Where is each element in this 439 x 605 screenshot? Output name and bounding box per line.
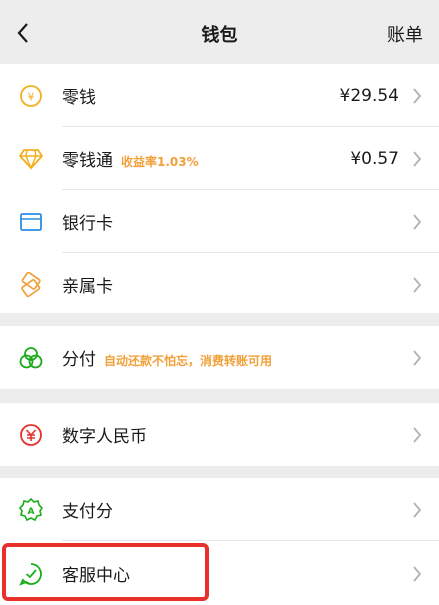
wallet-group-fenfu: 分付 自动还款不怕忘，消费转账可用: [0, 326, 439, 389]
row-pay-score[interactable]: A 支付分: [0, 478, 439, 541]
chevron-right-icon: [411, 149, 423, 169]
row-change-pass[interactable]: 零钱通 收益率1.03% ¥0.57: [0, 127, 439, 190]
promo-badge: 自动还款不怕忘，消费转账可用: [104, 354, 273, 368]
chevron-right-icon: [411, 275, 423, 295]
row-label: 银行卡: [62, 214, 113, 234]
row-value: ¥29.54: [339, 85, 399, 106]
bills-button[interactable]: 账单: [387, 21, 423, 47]
row-label-with-badge: 分付 自动还款不怕忘，消费转账可用: [62, 345, 272, 370]
top-bar: 钱包 账单: [0, 0, 439, 64]
svg-text:A: A: [28, 507, 35, 517]
row-label: 零钱通: [62, 151, 113, 171]
row-label-with-badge: 零钱通 收益率1.03%: [62, 146, 199, 171]
row-digital-rmb[interactable]: 数字人民币: [0, 403, 439, 466]
row-label: 数字人民币: [62, 427, 147, 447]
coin-icon: ¥: [18, 83, 44, 109]
row-fenfu[interactable]: 分付 自动还款不怕忘，消费转账可用: [0, 326, 439, 389]
chevron-right-icon: [411, 348, 423, 368]
highlight-box: [2, 543, 209, 601]
digital-rmb-icon: [18, 422, 44, 448]
row-label: 支付分: [62, 502, 113, 522]
row-change[interactable]: ¥ 零钱 ¥29.54: [0, 64, 439, 127]
wallet-group-balance: ¥ 零钱 ¥29.54 零钱通 收益率1.03% ¥0.57 银行卡 亲属卡: [0, 64, 439, 313]
chevron-right-icon: [411, 425, 423, 445]
row-label: 亲属卡: [62, 277, 113, 297]
row-bank-card[interactable]: 银行卡: [0, 190, 439, 253]
family-card-icon: [18, 271, 44, 298]
row-value: ¥0.57: [350, 148, 399, 169]
row-label: 分付: [62, 350, 96, 370]
svg-text:¥: ¥: [28, 90, 35, 103]
row-family-card[interactable]: 亲属卡: [0, 253, 439, 316]
bank-card-icon: [18, 209, 44, 235]
chevron-right-icon: [411, 212, 423, 232]
chevron-right-icon: [411, 564, 423, 584]
fenfu-icon: [18, 345, 44, 371]
row-divider: [62, 540, 439, 541]
yield-badge: 收益率1.03%: [121, 155, 199, 169]
row-label: 零钱: [62, 88, 96, 108]
diamond-icon: [18, 146, 44, 172]
chevron-right-icon: [411, 86, 423, 106]
page-title: 钱包: [201, 25, 238, 46]
pay-score-icon: A: [18, 497, 44, 523]
wallet-group-digital-rmb: 数字人民币: [0, 403, 439, 466]
chevron-right-icon: [411, 500, 423, 520]
